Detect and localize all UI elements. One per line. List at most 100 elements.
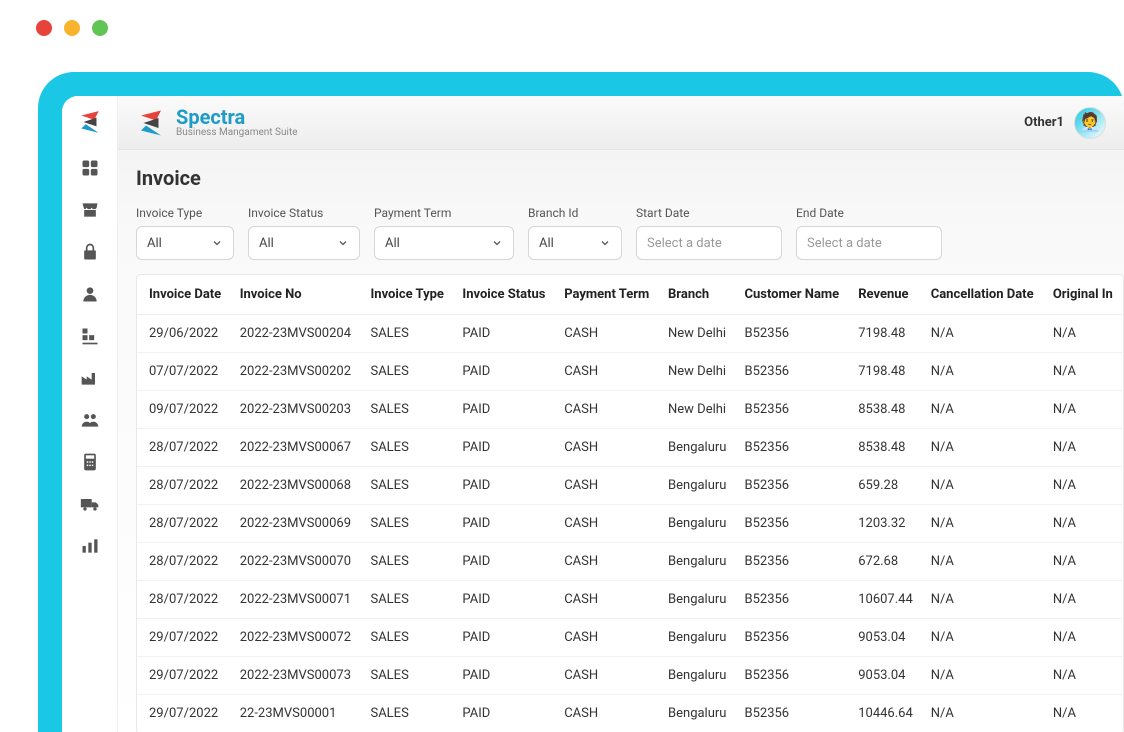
filter-label-start-date: Start Date [636, 206, 782, 220]
filter-label-invoice-type: Invoice Type [136, 206, 234, 220]
branch-id-select[interactable]: All [528, 226, 622, 260]
cell-term: CASH [556, 619, 660, 657]
table-row[interactable]: 28/07/20222022-23MVS00070SALESPAIDCASHBe… [137, 543, 1123, 581]
table-row[interactable]: 09/07/20222022-23MVS00203SALESPAIDCASHNe… [137, 391, 1123, 429]
column-header[interactable]: Payment Term [556, 275, 660, 315]
close-window-icon[interactable] [36, 20, 52, 36]
filter-label-payment-term: Payment Term [374, 206, 514, 220]
cell-status: PAID [454, 429, 556, 467]
cell-date: 28/07/2022 [137, 429, 232, 467]
cell-branch: New Delhi [660, 353, 736, 391]
minimize-window-icon[interactable] [64, 20, 80, 36]
cell-term: CASH [556, 581, 660, 619]
table-row[interactable]: 29/07/20222022-23MVS00072SALESPAIDCASHBe… [137, 619, 1123, 657]
page-title: Invoice [136, 166, 1124, 190]
table-row[interactable]: 28/07/20222022-23MVS00071SALESPAIDCASHBe… [137, 581, 1123, 619]
cell-date: 29/07/2022 [137, 619, 232, 657]
cell-term: CASH [556, 657, 660, 695]
cell-no: 2022-23MVS00202 [232, 353, 363, 391]
cell-status: PAID [454, 657, 556, 695]
column-header[interactable]: Invoice Status [454, 275, 556, 315]
cell-type: SALES [362, 429, 454, 467]
cell-term: CASH [556, 543, 660, 581]
table-row[interactable]: 29/06/20222022-23MVS00204SALESPAIDCASHNe… [137, 315, 1123, 353]
cell-revenue: 1203.32 [850, 505, 922, 543]
content: Invoice Invoice Type All Invoice Status … [118, 150, 1124, 732]
column-header[interactable]: Invoice Date [137, 275, 232, 315]
cell-revenue: 7198.48 [850, 353, 922, 391]
cell-customer: B52356 [736, 315, 850, 353]
lock-icon[interactable] [80, 242, 100, 262]
table-row[interactable]: 28/07/20222022-23MVS00067SALESPAIDCASHBe… [137, 429, 1123, 467]
table-row[interactable]: 29/07/20222022-23MVS00073SALESPAIDCASHBe… [137, 657, 1123, 695]
column-header[interactable]: Revenue [850, 275, 922, 315]
dashboard-icon[interactable] [80, 158, 100, 178]
cell-branch: New Delhi [660, 315, 736, 353]
truck-icon[interactable] [80, 494, 100, 514]
cell-type: SALES [362, 657, 454, 695]
user-area[interactable]: Other1 🧑‍💼 [1024, 107, 1106, 139]
cell-branch: Bengaluru [660, 543, 736, 581]
table-row[interactable]: 07/07/20222022-23MVS00202SALESPAIDCASHNe… [137, 353, 1123, 391]
payment-term-select[interactable]: All [374, 226, 514, 260]
cell-customer: B52356 [736, 581, 850, 619]
cell-branch: Bengaluru [660, 695, 736, 732]
calculator-icon[interactable] [80, 452, 100, 472]
cell-cancel: N/A [923, 505, 1045, 543]
maximize-window-icon[interactable] [92, 20, 108, 36]
column-header[interactable]: Invoice Type [362, 275, 454, 315]
inventory-icon[interactable] [80, 326, 100, 346]
cell-status: PAID [454, 353, 556, 391]
cell-term: CASH [556, 315, 660, 353]
column-header[interactable]: Cancellation Date [923, 275, 1045, 315]
cell-no: 2022-23MVS00067 [232, 429, 363, 467]
team-icon[interactable] [80, 410, 100, 430]
cell-cancel: N/A [923, 467, 1045, 505]
cell-cancel: N/A [923, 657, 1045, 695]
cell-orig: N/A [1045, 353, 1123, 391]
table-row[interactable]: 28/07/20222022-23MVS00068SALESPAIDCASHBe… [137, 467, 1123, 505]
cell-type: SALES [362, 353, 454, 391]
cell-revenue: 659.28 [850, 467, 922, 505]
cell-cancel: N/A [923, 619, 1045, 657]
end-date-input[interactable]: Select a date [796, 226, 942, 260]
column-header[interactable]: Invoice No [232, 275, 363, 315]
invoice-table: Invoice DateInvoice NoInvoice TypeInvoic… [136, 274, 1124, 732]
cell-revenue: 8538.48 [850, 391, 922, 429]
cell-date: 28/07/2022 [137, 467, 232, 505]
cell-revenue: 10446.64 [850, 695, 922, 732]
invoice-type-select[interactable]: All [136, 226, 234, 260]
cell-revenue: 9053.04 [850, 657, 922, 695]
start-date-input[interactable]: Select a date [636, 226, 782, 260]
cell-date: 28/07/2022 [137, 581, 232, 619]
cell-date: 29/07/2022 [137, 657, 232, 695]
column-header[interactable]: Customer Name [736, 275, 850, 315]
user-icon[interactable] [80, 284, 100, 304]
cell-customer: B52356 [736, 429, 850, 467]
analytics-icon[interactable] [80, 536, 100, 556]
column-header[interactable]: Original In [1045, 275, 1123, 315]
invoice-status-select[interactable]: All [248, 226, 360, 260]
sidebar [62, 96, 118, 732]
filter-label-invoice-status: Invoice Status [248, 206, 360, 220]
avatar[interactable]: 🧑‍💼 [1074, 107, 1106, 139]
cell-orig: N/A [1045, 581, 1123, 619]
end-date-placeholder: Select a date [807, 236, 882, 251]
sidebar-logo-icon[interactable] [76, 108, 104, 136]
store-icon[interactable] [80, 200, 100, 220]
table-row[interactable]: 29/07/202222-23MVS00001SALESPAIDCASHBeng… [137, 695, 1123, 732]
cell-type: SALES [362, 543, 454, 581]
factory-icon[interactable] [80, 368, 100, 388]
cell-cancel: N/A [923, 391, 1045, 429]
invoice-status-value: All [259, 236, 274, 251]
cell-customer: B52356 [736, 505, 850, 543]
column-header[interactable]: Branch [660, 275, 736, 315]
table-row[interactable]: 28/07/20222022-23MVS00069SALESPAIDCASHBe… [137, 505, 1123, 543]
cell-term: CASH [556, 695, 660, 732]
cell-no: 2022-23MVS00072 [232, 619, 363, 657]
cell-status: PAID [454, 581, 556, 619]
cell-type: SALES [362, 391, 454, 429]
cell-no: 2022-23MVS00204 [232, 315, 363, 353]
cell-status: PAID [454, 315, 556, 353]
topbar: Spectra Business Mangament Suite Other1 … [118, 96, 1124, 150]
